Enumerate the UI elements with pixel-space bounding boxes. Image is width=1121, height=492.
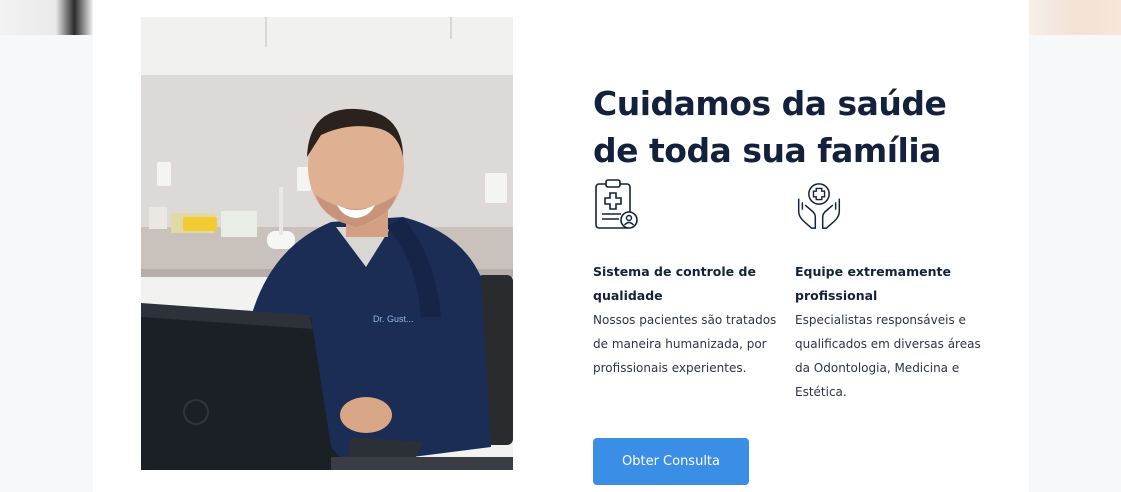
feature-title: Equipe extremamente profissional	[795, 264, 951, 303]
background-strip-left	[0, 0, 93, 35]
hands-medical-cross-icon	[797, 183, 841, 229]
doctor-photo: Dr. Gust...	[141, 17, 513, 470]
coat-embroidery: Dr. Gust...	[373, 314, 414, 324]
feature-professional-team: Equipe extremamente profissional Especia…	[795, 178, 985, 404]
background-strip-right	[1029, 0, 1121, 35]
get-appointment-button[interactable]: Obter Consulta	[593, 438, 749, 485]
feature-description: Especialistas responsáveis e qualificado…	[795, 313, 981, 399]
about-section-card: Dr. Gust... Cuidamos da saúde de toda su…	[93, 0, 1029, 492]
section-headline: Cuidamos da saúde de toda sua família	[593, 80, 993, 174]
headline-line-2: de toda sua família	[593, 131, 941, 171]
doctor-photo-illustration: Dr. Gust...	[141, 17, 513, 470]
feature-quality-control: Sistema de controle de qualidade Nossos …	[593, 178, 783, 380]
clipboard-medical-icon	[595, 179, 638, 229]
about-content: Cuidamos da saúde de toda sua família Si…	[593, 0, 1029, 492]
feature-title: Sistema de controle de qualidade	[593, 264, 756, 303]
headline-line-1: Cuidamos da saúde	[593, 84, 947, 124]
feature-description: Nossos pacientes são tratados de maneira…	[593, 313, 777, 375]
